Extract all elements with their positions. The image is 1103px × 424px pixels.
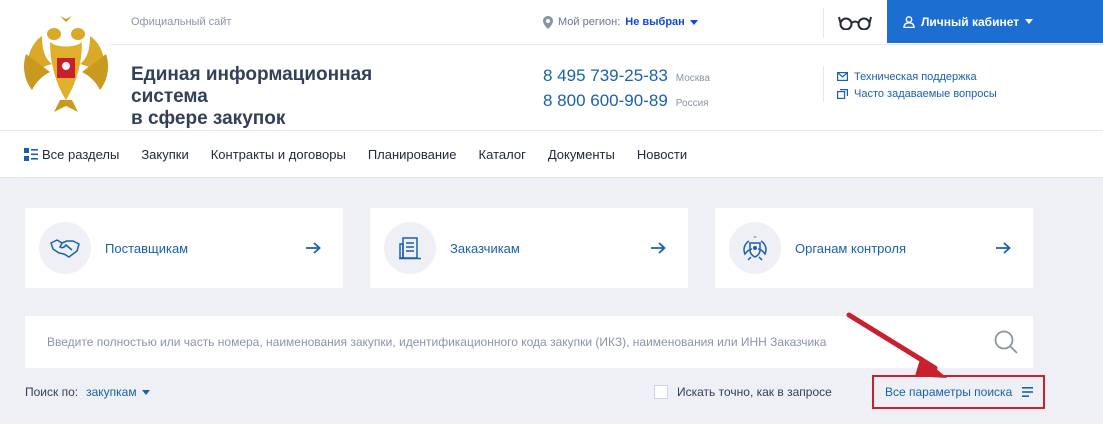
arrow-right-icon — [996, 242, 1011, 254]
building-icon — [399, 237, 421, 260]
chevron-down-icon — [141, 389, 150, 395]
chevron-down-icon — [689, 19, 698, 25]
card-label: Органам контроля — [795, 240, 906, 256]
nav-all-sections[interactable]: Все разделы — [24, 147, 119, 162]
site-title-line1: Единая информационная система — [131, 64, 373, 107]
personal-cabinet-button[interactable]: Личный кабинет — [887, 0, 1103, 43]
chevron-down-icon — [1025, 19, 1034, 24]
red-pointer-arrow-icon — [846, 312, 947, 378]
main-nav: Все разделы Закупки Контракты и договоры… — [0, 131, 1103, 178]
location-pin-icon — [543, 15, 553, 29]
card-label: Заказчикам — [450, 240, 520, 256]
card-icon-circle — [384, 222, 436, 274]
phone-city: Россия — [675, 98, 709, 109]
site-title-line2: в сфере закупок — [131, 108, 286, 129]
card-customers[interactable]: Заказчикам — [370, 208, 688, 288]
card-icon-circle — [729, 222, 781, 274]
handshake-icon — [50, 239, 80, 258]
official-site-label: Официальный сайт — [131, 16, 232, 28]
all-search-params-label: Все параметры поиска — [885, 385, 1013, 399]
phone-city: Москва — [675, 73, 710, 84]
header-divider — [110, 44, 1103, 45]
card-suppliers[interactable]: Поставщикам — [25, 208, 343, 288]
exact-match-option[interactable]: Искать точно, как в запросе — [654, 385, 832, 399]
region-selector[interactable]: Мой регион: Не выбран — [543, 14, 698, 30]
search-by: Поиск по: закупкам — [25, 385, 150, 399]
nav-all-sections-label: Все разделы — [42, 146, 120, 162]
card-label: Поставщикам — [105, 240, 189, 256]
phone-number[interactable]: 8 495 739-25-83 — [543, 66, 668, 86]
faq-label: Часто задаваемые вопросы — [854, 87, 997, 100]
phone-row-moscow: 8 495 739-25-83 Москва — [543, 66, 710, 91]
header-vertical-divider — [823, 66, 824, 102]
site-title[interactable]: Единая информационная система в сфере за… — [131, 64, 431, 130]
search-by-dropdown[interactable]: закупкам — [86, 385, 150, 399]
phone-row-russia: 8 800 600-90-89 Россия — [543, 91, 710, 116]
nav-item-contracts[interactable]: Контракты и договоры — [211, 147, 346, 162]
card-icon-circle — [39, 222, 91, 274]
coat-of-arms-icon — [24, 16, 108, 112]
faq-icon — [837, 88, 848, 99]
support-links: Техническая поддержка Часто задаваемые в… — [837, 68, 997, 102]
tech-support-link[interactable]: Техническая поддержка — [837, 68, 997, 85]
header-vertical-divider — [823, 8, 824, 38]
nav-item-documents[interactable]: Документы — [548, 147, 615, 162]
search-icon[interactable] — [993, 329, 1019, 355]
nav-item-catalog[interactable]: Каталог — [479, 147, 526, 162]
phone-number[interactable]: 8 800 600-90-89 — [543, 91, 668, 111]
user-icon — [903, 15, 915, 28]
accessibility-glasses-icon[interactable] — [838, 14, 872, 30]
card-control-bodies[interactable]: Органам контроля — [715, 208, 1033, 288]
exact-match-checkbox[interactable] — [654, 385, 668, 399]
exact-match-label: Искать точно, как в запросе — [677, 385, 832, 399]
search-by-value: закупкам — [86, 385, 137, 399]
nav-item-purchases[interactable]: Закупки — [141, 147, 188, 162]
arrow-right-icon — [651, 242, 666, 254]
nav-item-news[interactable]: Новости — [637, 147, 687, 162]
sections-grid-icon — [24, 147, 38, 161]
search-by-label: Поиск по: — [25, 385, 79, 399]
phones-block: 8 495 739-25-83 Москва 8 800 600-90-89 Р… — [543, 66, 710, 116]
site-header: Официальный сайт Единая информационная с… — [0, 0, 1103, 131]
nav-item-planning[interactable]: Планирование — [368, 147, 457, 162]
region-value: Не выбран — [625, 16, 685, 28]
region-label: Мой регион: — [558, 16, 621, 28]
personal-cabinet-label: Личный кабинет — [921, 14, 1020, 29]
arrow-right-icon — [306, 242, 321, 254]
faq-link[interactable]: Часто задаваемые вопросы — [837, 85, 997, 102]
mail-icon — [837, 72, 848, 81]
filter-lines-icon — [1022, 387, 1034, 397]
tech-support-label: Техническая поддержка — [854, 70, 977, 83]
emblem-icon — [743, 236, 767, 261]
